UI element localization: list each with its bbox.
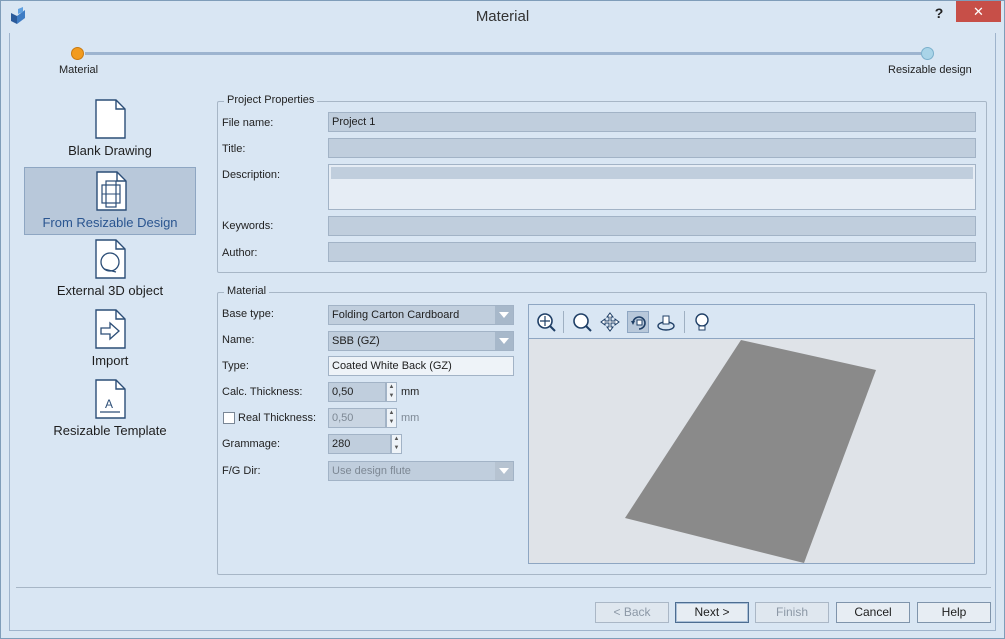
viewer-toolbar	[529, 305, 974, 339]
title-bar: Material ? ✕	[1, 1, 1004, 32]
window-title: Material	[475, 8, 530, 25]
option-label: Blank Drawing	[68, 143, 152, 158]
rotate-icon[interactable]	[627, 311, 649, 333]
option-label: Resizable Template	[53, 423, 167, 438]
fg-dir-label: F/G Dir:	[222, 465, 261, 477]
finish-button[interactable]: Finish	[755, 602, 829, 623]
3d-viewport[interactable]	[529, 340, 974, 563]
material-dialog: Material ? ✕ Material Resizable design B…	[0, 0, 1005, 639]
option-label: Import	[91, 353, 129, 368]
option-from-resizable-design[interactable]: From Resizable Design	[24, 167, 196, 235]
resizable-box-icon	[96, 171, 127, 211]
app-logo-icon	[11, 7, 25, 24]
base-type-value: Folding Carton Cardboard	[332, 309, 460, 321]
toolbar-separator	[684, 311, 685, 333]
option-import[interactable]: Import	[24, 306, 196, 374]
file-name-field[interactable]: Project 1	[328, 112, 976, 132]
option-external-3d-object[interactable]: External 3D object	[24, 236, 196, 304]
grammage-label: Grammage:	[222, 438, 281, 450]
real-thickness-unit: mm	[401, 412, 420, 424]
author-field[interactable]	[328, 242, 976, 262]
real-thickness-checkbox[interactable]	[223, 412, 235, 424]
svg-text:A: A	[105, 397, 113, 411]
real-thickness-spin-buttons: ▲ ▼	[386, 408, 397, 428]
title-label: Title:	[222, 143, 246, 155]
real-thickness-stepper: 0,50 ▲ ▼	[328, 408, 397, 428]
group-title: Material	[224, 285, 270, 297]
real-thickness-value: 0,50	[332, 412, 354, 424]
calc-thickness-label: Calc. Thickness:	[222, 386, 303, 398]
step-dot-material	[71, 47, 84, 60]
zoom-icon[interactable]	[571, 311, 593, 333]
author-label: Author:	[222, 247, 258, 259]
next-button[interactable]: Next >	[675, 602, 749, 623]
description-text	[331, 167, 973, 179]
material-sheet-preview	[625, 340, 876, 563]
help-title-button[interactable]: ?	[927, 3, 951, 23]
orbit-icon[interactable]	[655, 311, 677, 333]
option-blank-drawing[interactable]: Blank Drawing	[24, 96, 196, 164]
step-label-material: Material	[59, 64, 99, 76]
type-field[interactable]: Coated White Back (GZ)	[328, 356, 514, 376]
calc-thickness-unit: mm	[401, 386, 420, 398]
chevron-down-icon	[495, 462, 513, 480]
blank-page-icon	[95, 99, 126, 139]
close-button[interactable]: ✕	[956, 1, 1001, 22]
template-icon: A	[95, 379, 126, 419]
bottom-separator	[16, 587, 991, 588]
grammage-stepper[interactable]: 280 ▲ ▼	[328, 434, 402, 454]
file-name-label: File name:	[222, 117, 274, 129]
base-type-dropdown[interactable]: Folding Carton Cardboard	[328, 305, 514, 325]
name-value: SBB (GZ)	[332, 335, 380, 347]
zoom-fit-icon[interactable]	[535, 311, 557, 333]
keywords-label: Keywords:	[222, 220, 274, 232]
fg-dir-dropdown: Use design flute	[328, 461, 514, 481]
chevron-down-icon[interactable]	[495, 306, 513, 324]
back-button[interactable]: < Back	[595, 602, 669, 623]
grammage-value: 280	[332, 438, 351, 450]
keywords-field[interactable]	[328, 216, 976, 236]
fg-dir-value: Use design flute	[332, 465, 411, 477]
toolbar-separator	[563, 311, 564, 333]
real-thickness-label: Real Thickness:	[238, 412, 317, 424]
calc-thickness-value: 0,50	[332, 386, 354, 398]
title-field[interactable]	[328, 138, 976, 158]
calc-thickness-spin-buttons[interactable]: ▲ ▼	[386, 382, 397, 402]
help-button[interactable]: Help	[917, 602, 991, 623]
import-arrow-icon	[95, 309, 126, 349]
description-label: Description:	[222, 169, 281, 181]
step-dot-resizable-design	[921, 47, 934, 60]
cancel-button[interactable]: Cancel	[836, 602, 910, 623]
option-label: External 3D object	[56, 283, 164, 298]
wizard-progress-line	[85, 52, 921, 55]
external-3d-icon	[95, 239, 126, 279]
option-label: From Resizable Design	[42, 215, 178, 230]
step-label-resizable-design: Resizable design	[888, 64, 972, 76]
type-label: Type:	[222, 360, 249, 372]
grammage-spin-buttons[interactable]: ▲ ▼	[391, 434, 402, 454]
name-label: Name:	[222, 334, 255, 346]
base-type-label: Base type:	[222, 308, 274, 320]
name-dropdown[interactable]: SBB (GZ)	[328, 331, 514, 351]
light-icon[interactable]	[691, 311, 713, 333]
option-resizable-template[interactable]: A Resizable Template	[24, 376, 196, 444]
chevron-down-icon[interactable]	[495, 332, 513, 350]
description-field[interactable]	[328, 164, 976, 210]
3d-preview-panel	[528, 304, 975, 564]
pan-icon[interactable]	[599, 311, 621, 333]
group-title: Project Properties	[224, 94, 318, 106]
calc-thickness-stepper[interactable]: 0,50 ▲ ▼	[328, 382, 397, 402]
